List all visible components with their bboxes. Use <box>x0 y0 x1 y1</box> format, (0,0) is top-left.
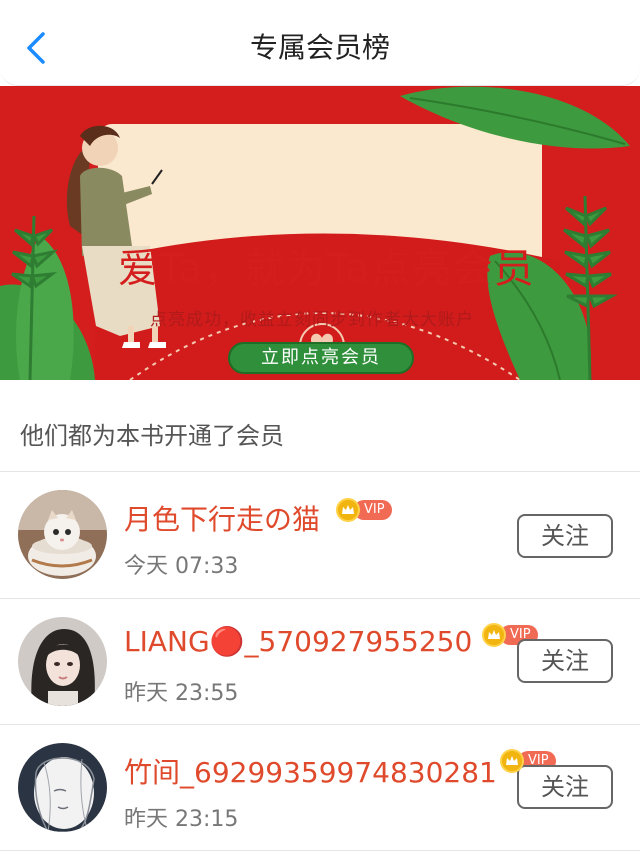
list-item: 竹间_69299359974830281 VIP 昨天 23:15 关注 <box>0 725 640 851</box>
sketch-portrait-image <box>18 743 107 832</box>
follow-button[interactable]: 关注 <box>517 514 613 558</box>
crown-icon <box>482 623 506 647</box>
list-item: 月色下行走の猫 VIP 今天 07:33 关注 <box>0 472 640 598</box>
member-name[interactable]: 月色下行走の猫 <box>124 498 320 538</box>
page-title: 专属会员榜 <box>249 31 390 64</box>
open-time: 今天 07:33 <box>124 554 239 579</box>
vip-badge: VIP <box>336 498 392 522</box>
banner-headline: 爱Ta，就为Ta点亮会员 <box>118 246 535 292</box>
nav-header: 专属会员榜 <box>0 0 640 86</box>
section-title: 他们都为本书开通了会员 <box>20 422 284 450</box>
open-time: 昨天 23:15 <box>124 807 239 832</box>
follow-button[interactable]: 关注 <box>517 765 613 809</box>
banner-illustration <box>0 86 640 380</box>
avatar[interactable] <box>18 490 107 579</box>
avatar[interactable] <box>18 617 107 706</box>
banner-subline: 点亮成功，收益立刻同步到作者大大账户 <box>150 310 474 330</box>
portrait-photo <box>18 617 107 706</box>
avatar[interactable] <box>18 743 107 832</box>
cat-in-cup-photo <box>18 490 107 579</box>
member-promo-banner[interactable]: 爱Ta，就为Ta点亮会员 点亮成功，收益立刻同步到作者大大账户 立即点亮会员 <box>0 86 640 380</box>
member-name[interactable]: LIANG🔴_570927955250 <box>124 625 472 658</box>
crown-icon <box>336 498 360 522</box>
follow-button[interactable]: 关注 <box>517 639 613 683</box>
member-name[interactable]: 竹间_69299359974830281 <box>124 751 497 791</box>
list-item: LIANG🔴_570927955250 VIP 昨天 23:55 关注 <box>0 599 640 725</box>
crown-icon <box>500 749 524 773</box>
divider <box>0 850 640 851</box>
open-time: 昨天 23:55 <box>124 681 239 706</box>
light-up-membership-button[interactable]: 立即点亮会员 <box>228 342 414 374</box>
